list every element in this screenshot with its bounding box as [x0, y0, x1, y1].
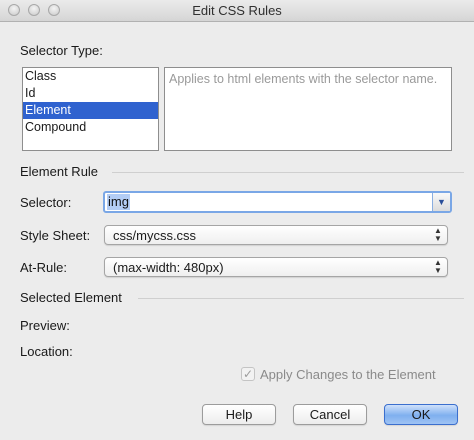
list-item-class[interactable]: Class — [23, 68, 158, 85]
list-item-element[interactable]: Element — [23, 102, 158, 119]
apply-changes-checkbox[interactable]: ✓ — [241, 367, 255, 381]
list-item-id[interactable]: Id — [23, 85, 158, 102]
location-label: Location: — [20, 344, 73, 359]
stylesheet-select[interactable]: css/mycss.css ▲ ▼ — [104, 225, 448, 245]
selector-type-list[interactable]: Class Id Element Compound — [22, 67, 159, 151]
atrule-select[interactable]: (max-width: 480px) ▲ ▼ — [104, 257, 448, 277]
selector-input[interactable]: img — [107, 194, 130, 210]
selector-label: Selector: — [20, 195, 72, 210]
ok-button[interactable]: OK — [384, 404, 458, 425]
title-bar[interactable]: Edit CSS Rules — [0, 0, 474, 22]
chevron-down-icon[interactable]: ▼ — [432, 193, 450, 211]
updown-arrows-icon: ▲ ▼ — [434, 258, 442, 275]
selector-type-label: Selector Type: — [20, 43, 103, 58]
list-item-compound[interactable]: Compound — [23, 119, 158, 136]
stylesheet-label: Style Sheet: — [20, 228, 91, 243]
help-button[interactable]: Help — [202, 404, 276, 425]
apply-changes-label[interactable]: Apply Changes to the Element — [260, 367, 436, 382]
preview-label: Preview: — [20, 318, 70, 333]
updown-arrows-icon: ▲ ▼ — [434, 226, 442, 243]
atrule-value: (max-width: 480px) — [113, 260, 224, 275]
checkmark-icon: ✓ — [242, 367, 254, 381]
edit-css-rules-dialog: Edit CSS Rules Selector Type: Class Id E… — [0, 0, 474, 440]
stylesheet-value: css/mycss.css — [113, 228, 197, 243]
element-rule-heading: Element Rule — [20, 164, 99, 179]
cancel-button[interactable]: Cancel — [293, 404, 367, 425]
selector-combobox[interactable]: img ▼ — [103, 191, 452, 213]
element-rule-divider — [112, 172, 464, 173]
selected-element-heading: Selected Element — [20, 290, 122, 305]
window-title: Edit CSS Rules — [192, 3, 282, 18]
atrule-label: At-Rule: — [20, 260, 67, 275]
selected-element-divider — [138, 298, 464, 299]
selector-type-description: Applies to html elements with the select… — [164, 67, 452, 151]
